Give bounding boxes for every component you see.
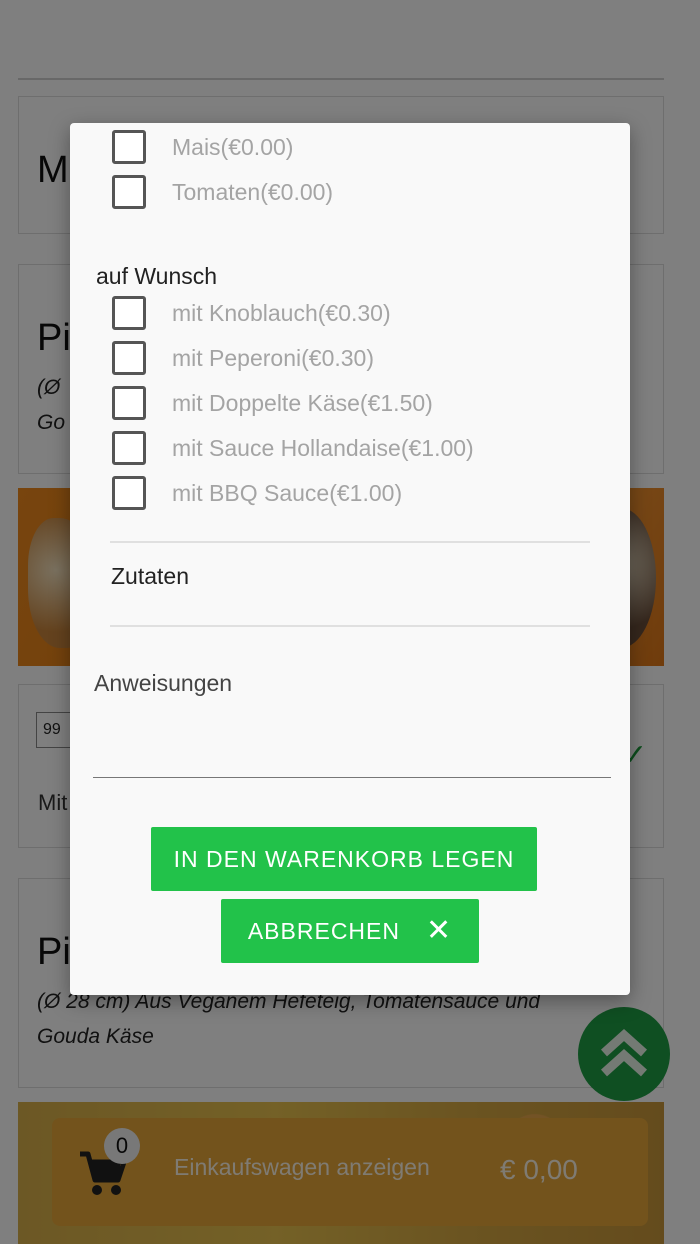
option-label: mit Sauce Hollandaise(€1.00) [172, 434, 474, 461]
close-icon: ✕ [426, 914, 453, 947]
instructions-input[interactable] [93, 713, 611, 778]
divider [110, 541, 590, 543]
option-tomaten[interactable]: Tomaten(€0.00) [112, 174, 333, 210]
option-group-title: auf Wunsch [96, 263, 218, 289]
checkbox[interactable] [112, 341, 146, 375]
cancel-label: ABBRECHEN [247, 917, 400, 944]
checkbox[interactable] [112, 431, 146, 465]
option-bbq-sauce[interactable]: mit BBQ Sauce(€1.00) [112, 475, 402, 511]
add-to-cart-label: IN DEN WARENKORB LEGEN [173, 845, 515, 872]
option-label: mit Peperoni(€0.30) [172, 344, 374, 371]
checkbox[interactable] [112, 175, 146, 209]
product-options-dialog: Mais(€0.00) Tomaten(€0.00) auf Wunsch mi… [70, 123, 630, 995]
checkbox[interactable] [112, 130, 146, 164]
option-sauce-hollandaise[interactable]: mit Sauce Hollandaise(€1.00) [112, 430, 474, 466]
option-label: mit Doppelte Käse(€1.50) [172, 389, 433, 416]
checkbox[interactable] [112, 476, 146, 510]
checkbox[interactable] [112, 296, 146, 330]
option-label: mit BBQ Sauce(€1.00) [172, 479, 403, 506]
option-knoblauch[interactable]: mit Knoblauch(€0.30) [112, 295, 391, 331]
divider [110, 625, 590, 627]
option-label: mit Knoblauch(€0.30) [172, 299, 391, 326]
option-label: Tomaten(€0.00) [172, 178, 334, 205]
option-peperoni[interactable]: mit Peperoni(€0.30) [112, 340, 374, 376]
zutaten-label: Zutaten [111, 563, 189, 589]
option-mais[interactable]: Mais(€0.00) [112, 129, 293, 165]
option-label: Mais(€0.00) [172, 133, 294, 160]
checkbox[interactable] [112, 386, 146, 420]
instructions-label: Anweisungen [94, 670, 233, 696]
option-doppelte-kaese[interactable]: mit Doppelte Käse(€1.50) [112, 385, 433, 421]
cancel-button[interactable]: ABBRECHEN ✕ [221, 899, 479, 963]
add-to-cart-button[interactable]: IN DEN WARENKORB LEGEN [151, 827, 537, 891]
